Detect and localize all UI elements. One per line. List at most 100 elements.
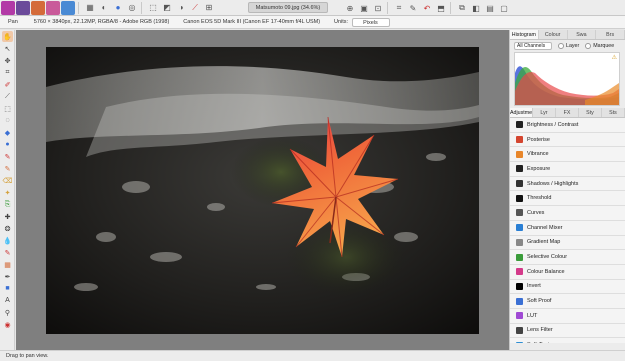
flood-fill-icon[interactable]: ◆ (2, 127, 13, 138)
align-icon[interactable]: ⊞ (203, 2, 215, 14)
tab-effects[interactable]: FX (556, 108, 579, 117)
view-mode-icon[interactable]: ▣ (358, 2, 370, 14)
auto-contrast-icon[interactable]: ◐ (98, 2, 110, 14)
tone-mapping-persona-icon[interactable] (46, 0, 60, 15)
zoom-icon[interactable]: ⊕ (344, 2, 356, 14)
adjustment-item[interactable]: Channel Mixer (510, 221, 625, 236)
adjustment-item[interactable]: Soft Proof (510, 294, 625, 309)
adjustment-item[interactable]: Colour Balance (510, 265, 625, 280)
tab-colour[interactable]: Colour (539, 30, 568, 39)
smudge-brush-icon[interactable]: ✎ (2, 247, 13, 258)
adjustment-item[interactable]: Split Toning (510, 338, 625, 343)
units-select-value: Pixels (363, 19, 378, 26)
auto-colour-icon[interactable]: ● (112, 2, 124, 14)
photo-persona-icon[interactable] (1, 0, 15, 15)
adjustment-item[interactable]: Invert (510, 280, 625, 295)
undo-icon[interactable]: ↶ (421, 2, 433, 14)
colour-picker-icon[interactable]: ● (2, 139, 13, 150)
adjustment-item-label: Brightness / Contrast (527, 121, 579, 128)
crop-tool-icon[interactable]: ⌗ (2, 67, 13, 78)
adjustment-item[interactable]: Gradient Map (510, 236, 625, 251)
pen-tool-icon[interactable]: ✒ (2, 271, 13, 282)
boolean-icon[interactable]: ◧ (470, 2, 482, 14)
adjustment-item[interactable]: Lens Filter (510, 324, 625, 339)
adjustment-item[interactable]: Curves (510, 206, 625, 221)
healing-brush-icon[interactable]: ✚ (2, 211, 13, 222)
toolbar-separator (141, 1, 142, 14)
studio-icon[interactable]: ▢ (498, 2, 510, 14)
studio-panel: Histogram Colour Swa Brs All Channels La… (509, 30, 625, 350)
adjustment-item[interactable]: LUT (510, 309, 625, 324)
adjustment-item[interactable]: Threshold (510, 191, 625, 207)
marquee-radio[interactable] (585, 42, 592, 49)
document-photo[interactable] (46, 47, 479, 334)
straighten-icon[interactable]: ⟋ (189, 2, 201, 14)
combine-icon[interactable]: ▤ (484, 2, 496, 14)
tab-adjustment[interactable]: Adjustment (510, 108, 533, 117)
histogram-graph: ⚠ (514, 52, 620, 106)
snapping-icon[interactable]: ⌗ (393, 2, 405, 14)
liquify-persona-icon[interactable] (16, 0, 30, 15)
camera-info-text: Canon EOS 5D Mark III (Canon EF 17-40mm … (183, 19, 321, 25)
tab-brushes[interactable]: Brs (596, 30, 625, 39)
shadows-highlights-icon (516, 180, 523, 188)
pan-tool-icon[interactable]: ✋ (2, 31, 13, 42)
paint-brush-icon[interactable]: ✎ (2, 151, 13, 162)
mask-icon[interactable]: ◑ (175, 2, 187, 14)
selection-icon[interactable]: ⬚ (147, 2, 159, 14)
adjustment-tabs: Adjustment Lyr FX Sty Sts (510, 108, 625, 118)
layer-radio[interactable] (558, 42, 564, 49)
tab-histogram[interactable]: Histogram (510, 30, 539, 39)
adjustment-item[interactable]: Brightness / Contrast (510, 118, 625, 133)
invert-selection-icon[interactable]: ◩ (161, 2, 173, 14)
adjustment-item[interactable]: Posterise (510, 133, 625, 148)
maple-leaf-photo (46, 47, 479, 334)
shape-tool-icon[interactable]: ■ (2, 283, 13, 294)
adjustment-item[interactable]: Shadows / Highlights (510, 177, 625, 192)
freehand-selection-icon[interactable]: ◌ (2, 115, 13, 126)
view-tool-icon[interactable]: ✥ (2, 55, 13, 66)
pixel-brush-icon[interactable]: ✎ (2, 163, 13, 174)
tab-layers[interactable]: Lyr (533, 108, 556, 117)
tab-styles[interactable]: Sty (579, 108, 602, 117)
units-select[interactable]: Pixels (352, 17, 391, 27)
document-tab[interactable]: Matsumoto 09.jpg (34.6%) (248, 2, 328, 13)
channels-select[interactable]: All Channels (514, 41, 552, 50)
tab-swatches[interactable]: Swa (568, 30, 597, 39)
adjustment-item[interactable]: Selective Colour (510, 250, 625, 265)
move-tool-icon[interactable]: ↖ (2, 43, 13, 54)
adjustment-item-label: Curves (527, 209, 545, 216)
auto-white-balance-icon[interactable]: ◎ (126, 2, 138, 14)
selection-brush-icon[interactable]: ✐ (2, 79, 13, 90)
transform-icon[interactable]: ⬒ (435, 2, 447, 14)
invert-icon (516, 282, 523, 290)
gradient-map-icon (516, 238, 523, 246)
soft-proof-icon (516, 297, 523, 305)
adjustment-item-label: LUT (527, 312, 538, 319)
erase-brush-icon[interactable]: ⌫ (2, 175, 13, 186)
tool-name-label: Pan (8, 19, 18, 25)
adjustment-list: Brightness / Contrast Posterise Vibrance Ex… (510, 118, 625, 343)
adjustment-item[interactable]: Exposure (510, 162, 625, 177)
arrange-icon[interactable]: ⧉ (456, 2, 468, 14)
dodge-brush-icon[interactable]: ✦ (2, 187, 13, 198)
assistant-icon[interactable]: ✎ (407, 2, 419, 14)
colour-swatch-icon[interactable]: ◉ (2, 319, 13, 330)
zoom-tool-icon[interactable]: ⚲ (2, 307, 13, 318)
marquee-tool-icon[interactable]: ⬚ (2, 103, 13, 114)
blur-brush-icon[interactable]: 💧 (2, 235, 13, 246)
inpainting-brush-icon[interactable]: ❂ (2, 223, 13, 234)
text-tool-icon[interactable]: A (2, 295, 13, 306)
gradient-tool-icon[interactable]: ▦ (2, 259, 13, 270)
flood-select-icon[interactable]: ⟋ (2, 91, 13, 102)
export-persona-icon[interactable] (61, 0, 75, 15)
guides-icon[interactable]: ⊡ (372, 2, 384, 14)
lut-icon (516, 312, 523, 320)
brightness-contrast-icon (516, 121, 523, 129)
adjustment-item[interactable]: Vibrance (510, 147, 625, 163)
levels-icon[interactable]: ▦ (84, 2, 96, 14)
tab-stock[interactable]: Sts (602, 108, 625, 117)
develop-persona-icon[interactable] (31, 0, 45, 15)
clone-brush-icon[interactable]: ⎘ (2, 199, 13, 210)
canvas-area[interactable] (16, 30, 509, 350)
